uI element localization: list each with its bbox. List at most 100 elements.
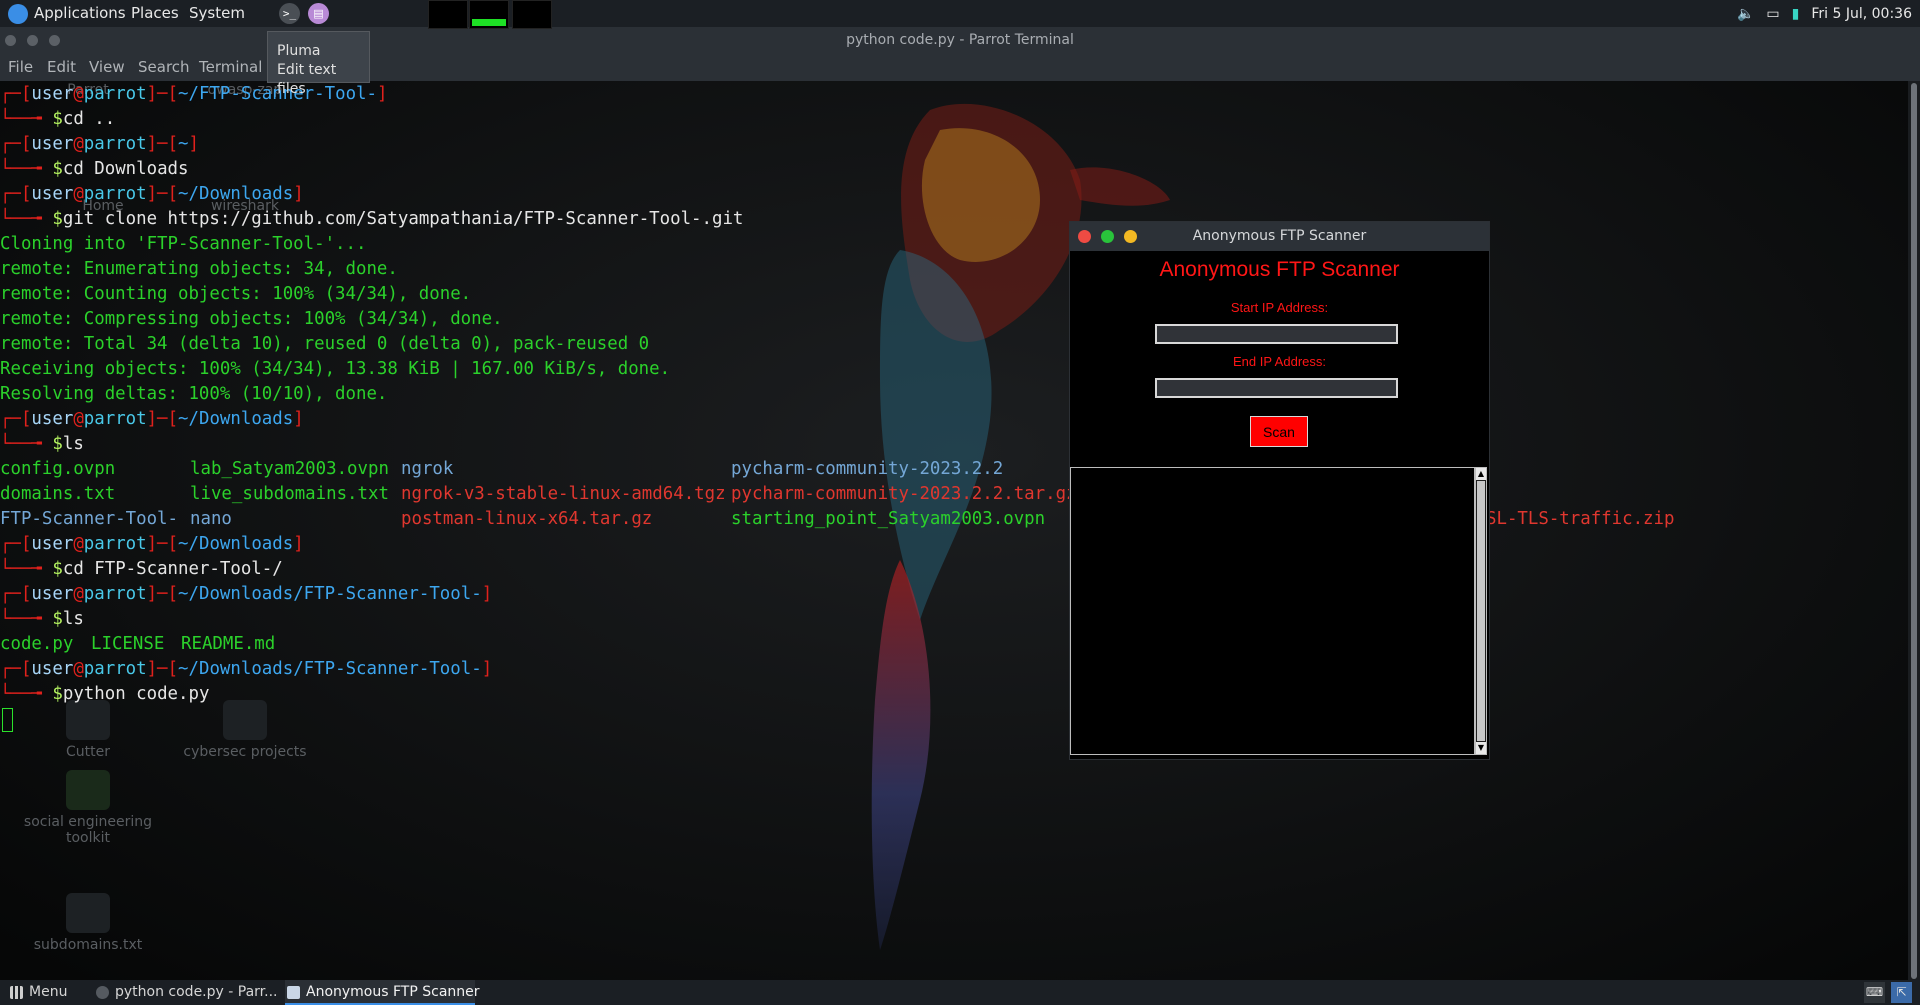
terminal-launcher-icon[interactable]: >_ — [279, 3, 300, 24]
top-panel: Applications Places System >_ ▤ 🔈 ▭ ▮ Fr… — [0, 0, 1920, 29]
volume-icon[interactable]: 🔈 — [1737, 6, 1754, 22]
results-textarea[interactable] — [1070, 467, 1475, 755]
desktop-icon-set[interactable]: social engineering toolkit — [18, 770, 158, 846]
ftp-heading: Anonymous FTP Scanner — [1159, 258, 1400, 281]
prompt-path: ~/Downloads/FTP-Scanner-Tool- — [178, 659, 482, 679]
ls-file: lab_Satyam2003.ovpn — [190, 459, 389, 479]
pluma-launcher-icon[interactable]: ▤ — [308, 3, 329, 24]
battery-icon[interactable]: ▮ — [1792, 6, 1800, 22]
ls-file: LICENSE — [91, 634, 165, 654]
taskbar-ftp-task[interactable]: Anonymous FTP Scanner — [285, 980, 480, 1005]
terminal-cursor — [2, 708, 13, 732]
maximize-icon[interactable] — [27, 35, 38, 46]
ls-file: ngrok-v3-stable-linux-amd64.tgz — [401, 484, 726, 504]
git-output-line: Cloning into 'FTP-Scanner-Tool-'... — [0, 234, 367, 254]
command-text: cd Downloads — [62, 159, 189, 179]
terminal-scrollbar[interactable] — [1908, 81, 1920, 981]
menu-button[interactable]: Menu — [10, 980, 67, 1005]
folder-icon — [223, 700, 267, 740]
command-text: git clone https://github.com/Satyampatha… — [62, 209, 744, 229]
ls-file: domains.txt — [0, 484, 116, 504]
prompt-host: parrot — [83, 659, 147, 679]
command-line: └──╼ $cd FTP-Scanner-Tool-/ — [0, 559, 283, 579]
desktop-icon-cutter[interactable]: Cutter — [18, 700, 158, 760]
prompt-user: user — [31, 134, 74, 154]
git-output-line: Resolving deltas: 100% (10/10), done. — [0, 384, 388, 404]
workspace-3[interactable] — [512, 0, 552, 29]
command-text: cd .. — [62, 109, 116, 129]
workspace-1[interactable] — [428, 0, 468, 29]
tooltip-description: Edit text files — [277, 62, 337, 97]
places-menu[interactable]: Places — [131, 0, 179, 27]
menu-edit[interactable]: Edit — [47, 54, 76, 81]
workspace-2[interactable] — [469, 0, 509, 29]
prompt-user: user — [31, 409, 74, 429]
screen-icon[interactable]: ▭ — [1766, 6, 1779, 22]
system-menu[interactable]: System — [189, 0, 245, 27]
prompt-user: user — [31, 659, 74, 679]
ftp-scanner-window: Anonymous FTP Scanner Anonymous FTP Scan… — [1069, 221, 1490, 760]
desktop-icon-label: Cutter — [66, 744, 110, 760]
pluma-tooltip: Pluma Edit text files — [267, 31, 370, 97]
close-icon[interactable] — [5, 35, 16, 46]
command-line: └──╼ $cd .. — [0, 109, 116, 129]
taskbar-terminal-task[interactable]: python code.py - Parr... — [96, 980, 278, 1005]
prompt-user: user — [31, 184, 74, 204]
show-desktop-icon[interactable]: ⇱ — [1891, 982, 1912, 1003]
scroll-up-icon[interactable]: ▲ — [1476, 468, 1486, 480]
command-line: └──╼ $cd Downloads — [0, 159, 189, 179]
git-output-line: remote: Counting objects: 100% (34/34), … — [0, 284, 472, 304]
clock[interactable]: Fri 5 Jul, 00:36 — [1811, 6, 1912, 22]
keyboard-icon[interactable]: ⌨ — [1864, 982, 1885, 1003]
ls-file: starting_point_Satyam2003.ovpn — [731, 509, 1046, 529]
parrot-logo-icon[interactable] — [8, 4, 28, 24]
desktop-icon-subdomains[interactable]: subdomains.txt — [18, 893, 158, 953]
scrollbar-thumb[interactable] — [1911, 83, 1917, 979]
git-output-line: remote: Compressing objects: 100% (34/34… — [0, 309, 503, 329]
menu-search[interactable]: Search — [138, 54, 190, 81]
prompt-host: parrot — [83, 84, 147, 104]
menu-view[interactable]: View — [89, 54, 125, 81]
prompt-line: ┌─[user@parrot]─[~/Downloads/FTP-Scanner… — [0, 659, 493, 679]
start-ip-input[interactable] — [1155, 324, 1398, 344]
set-icon — [66, 770, 110, 810]
command-text: ls — [62, 434, 84, 454]
command-text: ls — [62, 609, 84, 629]
menu-file[interactable]: File — [8, 54, 33, 81]
tooltip-title: Pluma — [277, 43, 321, 59]
scan-button[interactable]: Scan — [1250, 416, 1308, 447]
close-icon[interactable] — [1078, 230, 1091, 243]
desktop-icon-label: social engineering toolkit — [23, 814, 153, 846]
ftp-titlebar[interactable]: Anonymous FTP Scanner — [1070, 222, 1489, 251]
ls-file: postman-linux-x64.tar.gz — [401, 509, 653, 529]
start-ip-label: Start IP Address: — [1230, 300, 1329, 315]
prompt-host: parrot — [83, 584, 147, 604]
end-ip-label: End IP Address: — [1233, 354, 1326, 369]
ls-file: config.ovpn — [0, 459, 116, 479]
prompt-host: parrot — [83, 409, 147, 429]
task-label: python code.py - Parr... — [115, 984, 278, 1000]
applications-menu[interactable]: Applications — [34, 0, 126, 27]
terminal-icon — [96, 985, 109, 999]
taskbar-tray: ⌨ ⇱ — [1864, 982, 1912, 1003]
scrollbar-track[interactable] — [1477, 481, 1485, 741]
command-line: └──╼ $python code.py — [0, 684, 210, 704]
scroll-down-icon[interactable]: ▼ — [1476, 742, 1486, 754]
workspace-active-indicator — [472, 19, 506, 26]
desktop-icon-cybersec-projects[interactable]: cybersec projects — [175, 700, 315, 760]
menu-terminal[interactable]: Terminal — [199, 54, 262, 81]
system-tray: 🔈 ▭ ▮ Fri 5 Jul, 00:36 — [1737, 0, 1920, 27]
ls-file: nano — [190, 509, 232, 529]
command-line: └──╼ $git clone https://github.com/Satya… — [0, 209, 744, 229]
prompt-path: ~/Downloads — [178, 409, 294, 429]
ls-file: ngrok — [401, 459, 454, 479]
minimize-icon[interactable] — [1124, 230, 1137, 243]
prompt-line: ┌─[user@parrot]─[~/Downloads] — [0, 184, 304, 204]
ls-file: pycharm-community-2023.2.2.tar.gz — [731, 484, 1077, 504]
prompt-line: ┌─[user@parrot]─[~/Downloads] — [0, 409, 304, 429]
maximize-icon[interactable] — [1101, 230, 1114, 243]
prompt-path: ~ — [178, 134, 189, 154]
results-scrollbar[interactable]: ▲ ▼ — [1475, 467, 1487, 755]
minimize-icon[interactable] — [49, 35, 60, 46]
end-ip-input[interactable] — [1155, 378, 1398, 398]
